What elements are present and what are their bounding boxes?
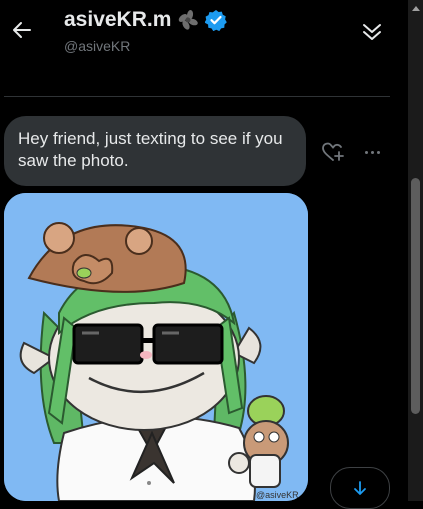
profile-name[interactable]: asiveKR.m — [64, 8, 171, 32]
conversation-header: asiveKR.m @asiveKR — [0, 0, 408, 97]
scroll-up-icon — [411, 5, 420, 11]
message-photo[interactable]: @asiveKR — [4, 193, 308, 501]
photo-watermark: @asiveKR — [256, 490, 299, 500]
arrow-down-icon — [354, 481, 366, 495]
header-divider — [4, 96, 390, 97]
scrollbar[interactable] — [408, 0, 423, 501]
collapse-button[interactable] — [360, 20, 384, 44]
character-illustration: @asiveKR — [4, 193, 308, 501]
flower-emoji-icon — [179, 10, 199, 30]
scrollbar-thumb[interactable] — [411, 178, 420, 414]
more-button[interactable] — [360, 141, 384, 163]
profile-handle: @asiveKR — [64, 38, 131, 54]
scroll-to-bottom-button[interactable] — [330, 467, 390, 509]
message-bubble[interactable]: Hey friend, just texting to see if you s… — [4, 116, 306, 186]
back-arrow-icon — [13, 22, 31, 38]
scroll-up-arrow[interactable] — [408, 0, 423, 15]
more-dots-icon — [364, 150, 368, 154]
message-text: Hey friend, just texting to see if you s… — [18, 129, 283, 170]
react-button[interactable] — [321, 141, 345, 163]
verified-badge-icon — [205, 10, 228, 31]
profile-name-row[interactable]: asiveKR.m — [64, 8, 228, 32]
chevron-double-down-icon — [363, 24, 381, 40]
heart-plus-icon — [322, 142, 344, 161]
back-button[interactable] — [10, 18, 34, 42]
